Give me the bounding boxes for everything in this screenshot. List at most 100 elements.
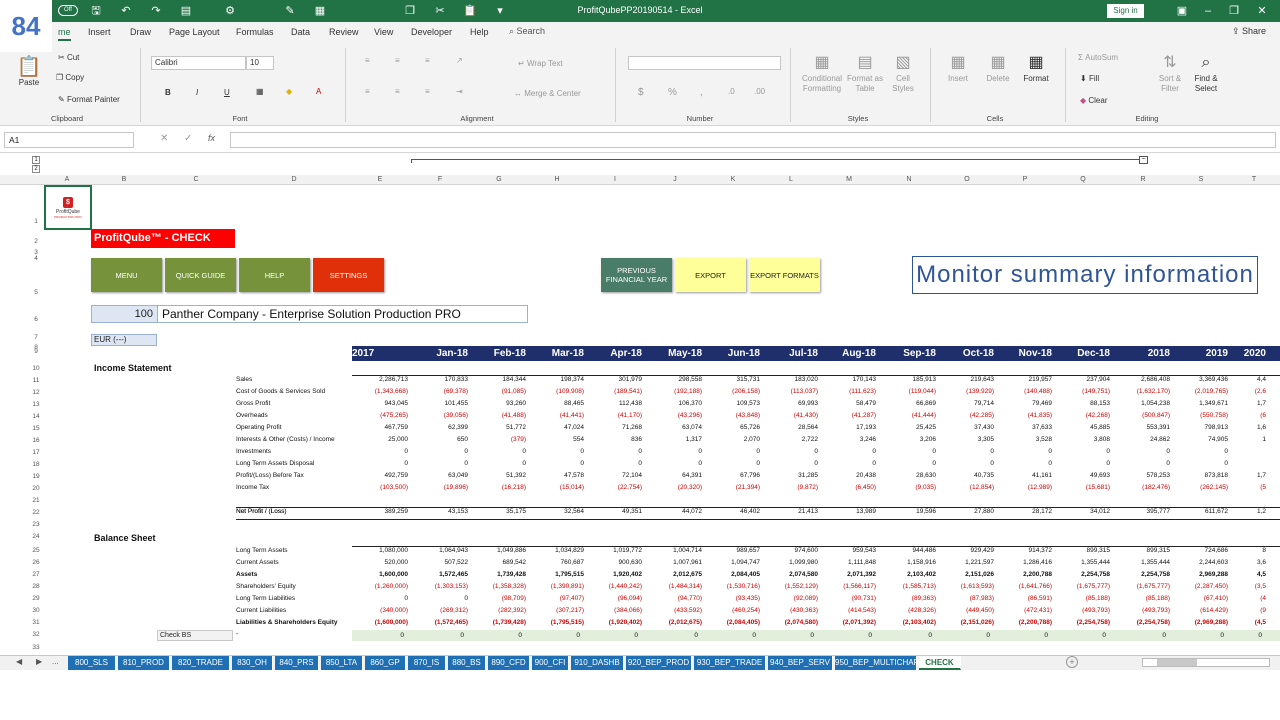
value-cell[interactable]: 74,905 <box>1172 436 1228 443</box>
value-cell[interactable]: 2,103,402 <box>880 571 936 578</box>
value-cell[interactable]: 2,071,392 <box>820 571 876 578</box>
value-cell[interactable]: (85,188) <box>1114 595 1170 602</box>
value-cell[interactable]: 8 <box>1230 547 1266 554</box>
column-header[interactable]: L <box>762 176 820 183</box>
value-cell[interactable]: 37,633 <box>996 424 1052 431</box>
value-cell[interactable]: (430,363) <box>762 607 818 614</box>
quick-guide-button[interactable]: QUICK GUIDE <box>165 258 236 292</box>
column-header[interactable]: S <box>1172 176 1230 183</box>
prev-sheet-icon[interactable]: ◀ <box>16 657 22 666</box>
value-cell[interactable]: 1,7 <box>1230 472 1266 479</box>
check-value-cell[interactable]: 0 <box>1114 632 1166 639</box>
tab-help[interactable]: Help <box>470 27 489 37</box>
value-cell[interactable]: 2,286,713 <box>352 376 408 383</box>
value-cell[interactable]: 2,244,603 <box>1172 559 1228 566</box>
value-cell[interactable]: (5 <box>1230 484 1266 491</box>
value-cell[interactable]: (41,287) <box>820 412 876 419</box>
value-cell[interactable]: (16,218) <box>470 484 526 491</box>
value-cell[interactable]: (2,969,288) <box>1172 619 1228 626</box>
value-cell[interactable]: (87,983) <box>938 595 994 602</box>
sheet-tab[interactable]: 860_GP <box>365 656 406 670</box>
value-cell[interactable]: 1,572,465 <box>412 571 468 578</box>
value-cell[interactable]: 63,049 <box>412 472 468 479</box>
horizontal-scrollbar[interactable] <box>1142 658 1270 667</box>
borders-icon[interactable]: ▦ <box>256 87 264 96</box>
value-cell[interactable]: (9 <box>1230 607 1266 614</box>
value-cell[interactable]: 88,153 <box>1054 400 1110 407</box>
font-size-select[interactable]: 10 <box>246 56 274 70</box>
value-cell[interactable]: 184,344 <box>470 376 527 383</box>
value-cell[interactable]: 974,600 <box>762 547 819 554</box>
more-sheets[interactable]: ... <box>52 657 59 666</box>
value-cell[interactable]: 1,355,444 <box>1114 559 1170 566</box>
value-cell[interactable]: (15,681) <box>1054 484 1110 491</box>
value-cell[interactable]: (1,600,000) <box>352 619 408 626</box>
column-header[interactable]: P <box>996 176 1054 183</box>
value-cell[interactable]: (2,103,402) <box>880 619 936 626</box>
value-cell[interactable]: (67,410) <box>1172 595 1228 602</box>
value-cell[interactable]: (1,739,428) <box>470 619 526 626</box>
value-cell[interactable]: 58,479 <box>820 400 876 407</box>
check-value-cell[interactable]: 0 <box>762 632 814 639</box>
value-cell[interactable]: 1,080,000 <box>352 547 408 554</box>
value-cell[interactable]: 2,686,408 <box>1114 376 1170 383</box>
sheet-tab[interactable]: 920_BEP_PROD <box>626 656 692 670</box>
row-header[interactable]: 7 <box>28 334 44 341</box>
export-formats-button[interactable]: EXPORT FORMATS <box>749 258 820 292</box>
column-header[interactable]: K <box>704 176 762 183</box>
value-cell[interactable]: (493,793) <box>1054 607 1110 614</box>
value-cell[interactable]: (269,312) <box>412 607 468 614</box>
value-cell[interactable]: 0 <box>1172 460 1228 467</box>
value-cell[interactable]: 2,969,288 <box>1172 571 1228 578</box>
value-cell[interactable]: 65,726 <box>704 424 760 431</box>
value-cell[interactable]: 873,818 <box>1172 472 1229 479</box>
value-cell[interactable]: 2,254,758 <box>1114 571 1170 578</box>
value-cell[interactable]: 1,034,829 <box>528 547 584 554</box>
value-cell[interactable]: (2,012,675) <box>646 619 702 626</box>
value-cell[interactable]: (119,044) <box>880 388 936 395</box>
value-cell[interactable]: 79,469 <box>996 400 1052 407</box>
value-cell[interactable]: 1,355,444 <box>1054 559 1110 566</box>
sheet-tab[interactable]: 880_BS <box>448 656 486 670</box>
value-cell[interactable]: (42,285) <box>938 412 994 419</box>
value-cell[interactable]: 0 <box>470 448 526 455</box>
font-color-icon[interactable]: A <box>316 87 321 96</box>
value-cell[interactable]: (307,217) <box>528 607 584 614</box>
sheet-tab[interactable]: 910_DASHB <box>571 656 624 670</box>
format-as-table-button[interactable]: ▤ Format as Table <box>846 52 884 94</box>
value-cell[interactable]: (1,675,777) <box>1054 583 1110 590</box>
value-cell[interactable]: (41,430) <box>762 412 818 419</box>
value-cell[interactable]: (192,188) <box>646 388 702 395</box>
value-cell[interactable]: 3,528 <box>996 436 1052 443</box>
value-cell[interactable]: 51,772 <box>470 424 526 431</box>
value-cell[interactable]: 1,158,916 <box>880 559 936 566</box>
row-header[interactable]: 6 <box>28 316 44 323</box>
value-cell[interactable]: 2,070 <box>704 436 760 443</box>
font-name-select[interactable]: Calibri <box>151 56 246 70</box>
value-cell[interactable]: 51,392 <box>470 472 526 479</box>
value-cell[interactable]: (379) <box>470 436 526 443</box>
value-cell[interactable]: (384,066) <box>586 607 642 614</box>
value-cell[interactable]: (86,591) <box>996 595 1052 602</box>
align-bottom-icon[interactable]: ≡ <box>425 56 430 65</box>
value-cell[interactable]: 899,315 <box>1114 547 1171 554</box>
column-header[interactable]: E <box>354 176 406 183</box>
row-header[interactable]: 9 <box>28 348 44 355</box>
tab-view[interactable]: View <box>374 27 393 37</box>
sheet-tab[interactable]: 810_PROD <box>118 656 170 670</box>
value-cell[interactable]: 88,465 <box>528 400 584 407</box>
value-cell[interactable]: (12,989) <box>996 484 1052 491</box>
column-header[interactable]: B <box>90 176 158 183</box>
sheet-tab[interactable]: 950_BEP_MULTICHART <box>835 656 924 670</box>
value-cell[interactable]: 2,012,675 <box>646 571 702 578</box>
value-cell[interactable]: 66,869 <box>880 400 936 407</box>
outline-level-2[interactable]: 2 <box>32 165 40 173</box>
value-cell[interactable]: 1,317 <box>646 436 702 443</box>
column-header[interactable]: M <box>820 176 878 183</box>
insert-function-icon[interactable]: fx <box>208 133 215 143</box>
value-cell[interactable]: 25,425 <box>880 424 936 431</box>
value-cell[interactable]: (1,920,402) <box>586 619 642 626</box>
menu-button[interactable]: MENU <box>91 258 162 292</box>
value-cell[interactable]: (140,488) <box>996 388 1052 395</box>
value-cell[interactable]: 27,880 <box>938 508 994 515</box>
